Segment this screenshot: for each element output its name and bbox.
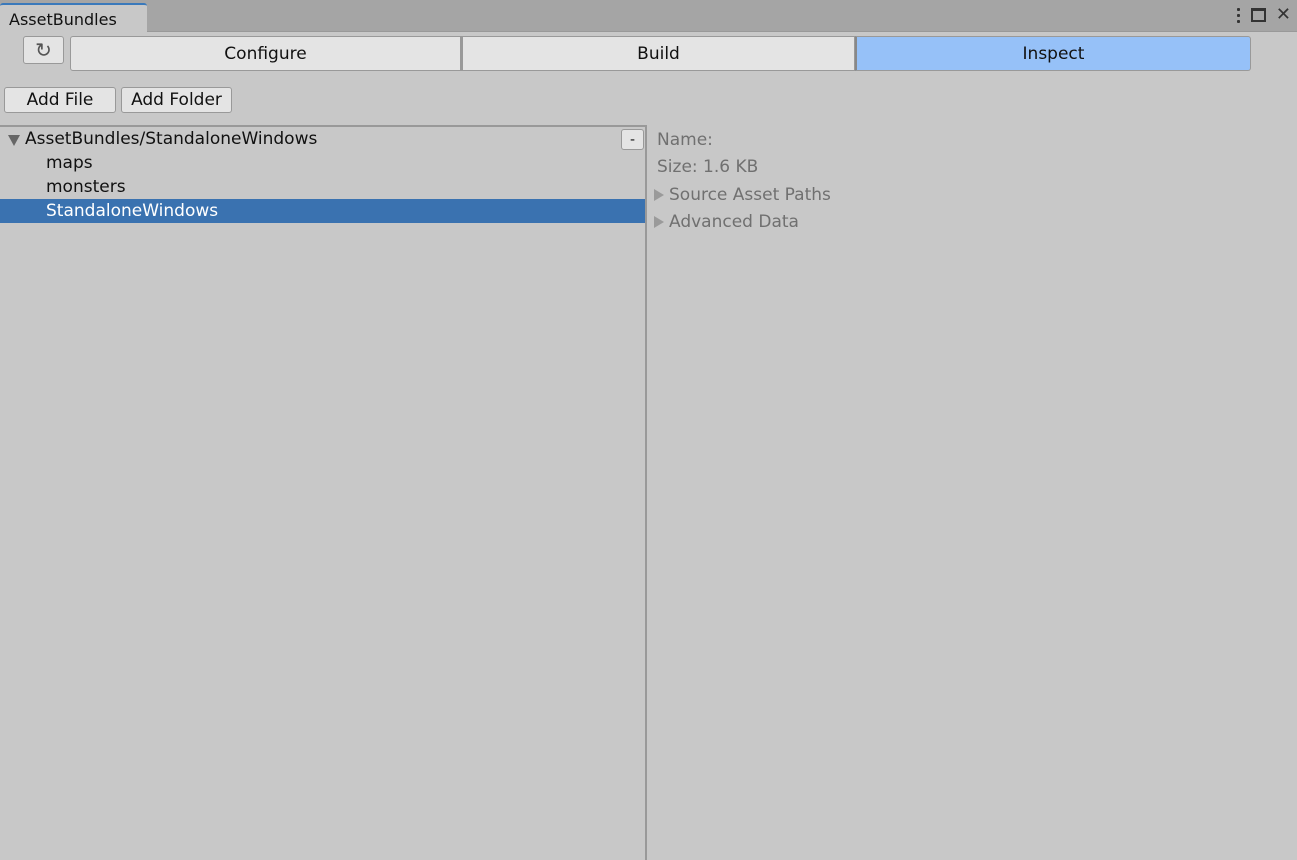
window-controls: ✕ [1236,4,1291,26]
foldout-source-asset-paths[interactable]: Source Asset Paths [654,183,831,207]
tab-inspect[interactable]: Inspect [855,36,1251,71]
more-options-icon[interactable] [1236,7,1241,23]
window-titlebar: AssetBundles ✕ [0,0,1297,33]
bundle-tree: AssetBundles/StandaloneWindows - maps mo… [0,125,647,860]
collapsed-arrow-icon[interactable] [654,189,664,201]
add-folder-button[interactable]: Add Folder [121,87,232,113]
name-label: Name: [657,130,713,150]
remove-path-button[interactable]: - [621,129,644,150]
refresh-button[interactable]: ↻ [23,36,64,64]
collapsed-arrow-icon[interactable] [654,216,664,228]
foldout-label: Advanced Data [669,212,799,232]
tree-root-label: AssetBundles/StandaloneWindows [25,129,318,149]
tree-root-item[interactable]: AssetBundles/StandaloneWindows - [0,127,645,151]
tree-item-monsters[interactable]: monsters [0,175,645,199]
close-icon[interactable]: ✕ [1276,6,1291,24]
mode-toolbar: ↻ Configure Build Inspect [0,35,1297,71]
window-tab-assetbundles[interactable]: AssetBundles [0,3,147,33]
foldout-advanced-data[interactable]: Advanced Data [654,210,799,234]
tree-item-maps[interactable]: maps [0,151,645,175]
tree-item-standalonewindows[interactable]: StandaloneWindows [0,199,645,223]
add-file-button[interactable]: Add File [4,87,116,113]
maximize-icon[interactable] [1250,8,1266,22]
refresh-icon: ↻ [35,38,52,62]
expand-arrow-icon[interactable] [8,135,20,146]
foldout-label: Source Asset Paths [669,185,831,205]
tab-build[interactable]: Build [461,36,855,71]
size-label: Size: 1.6 KB [657,157,759,177]
tab-configure[interactable]: Configure [70,36,461,71]
